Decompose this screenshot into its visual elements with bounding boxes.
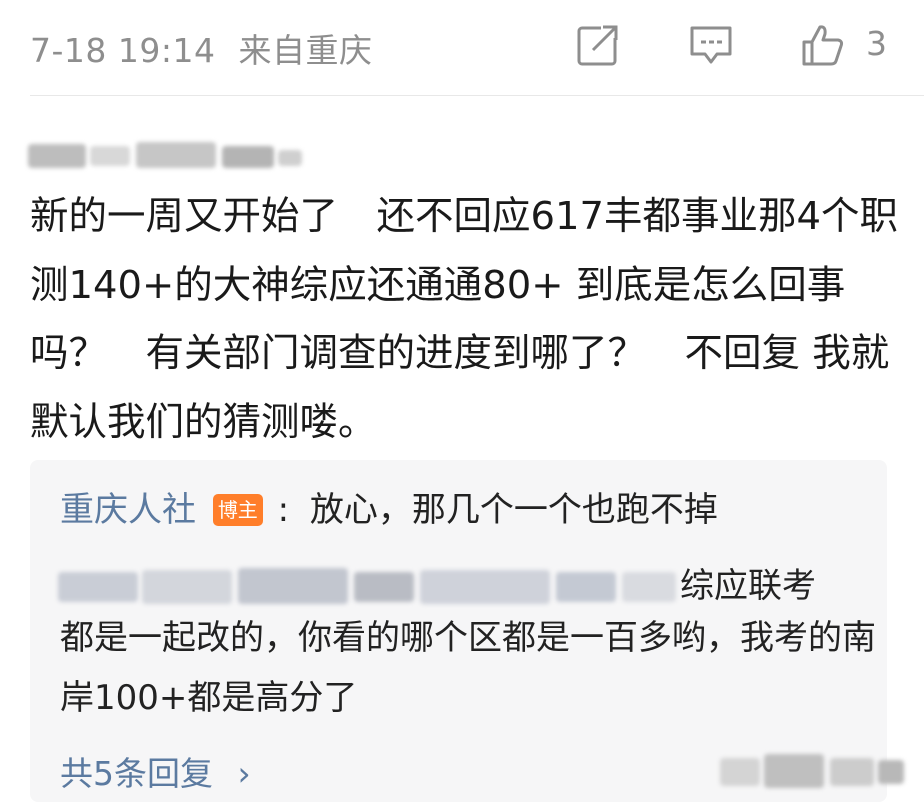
blogger-badge: 博主	[212, 494, 263, 526]
reply-text-continued: 都是一起改的，你看的哪个区都是一百多哟，我考的南岸100+都是高分了	[60, 618, 876, 718]
reply-first-line: 重庆人社 博主 : 放心，那几个一个也跑不掉	[60, 482, 718, 531]
reply-author[interactable]: 重庆人社	[60, 490, 196, 530]
comment-meta: 7-18 19:14 来自重庆	[30, 24, 373, 72]
reply-separator: :	[277, 490, 290, 530]
more-replies-label: 共5条回复	[60, 754, 213, 793]
like-count[interactable]: 3	[866, 24, 887, 63]
reply-text: 放心，那几个一个也跑不掉	[309, 490, 718, 530]
location: 来自重庆	[238, 31, 373, 70]
timestamp: 7-18 19:14	[30, 31, 216, 70]
reply-text-tail: 综应联考	[680, 566, 816, 606]
reply-preview[interactable]: 重庆人社 博主 : 放心，那几个一个也跑不掉 综应联考 都是一起改的，你看的哪个…	[30, 460, 887, 802]
divider	[30, 95, 924, 96]
comment-icon[interactable]	[688, 22, 734, 68]
thumbs-up-icon[interactable]	[800, 22, 846, 68]
chevron-right-icon: ›	[237, 754, 251, 793]
blurred-username	[28, 140, 308, 170]
blurred-watermark	[720, 752, 910, 790]
share-icon[interactable]	[575, 22, 621, 68]
blurred-reply-segment	[58, 566, 678, 608]
comment-text: 新的一周又开始了 还不回应617丰都事业那4个职测140+的大神综应还通通80+…	[30, 194, 898, 445]
view-more-replies-link[interactable]: 共5条回复 ›	[60, 747, 251, 795]
comment-meta-row: 7-18 19:14 来自重庆 3	[0, 0, 924, 92]
